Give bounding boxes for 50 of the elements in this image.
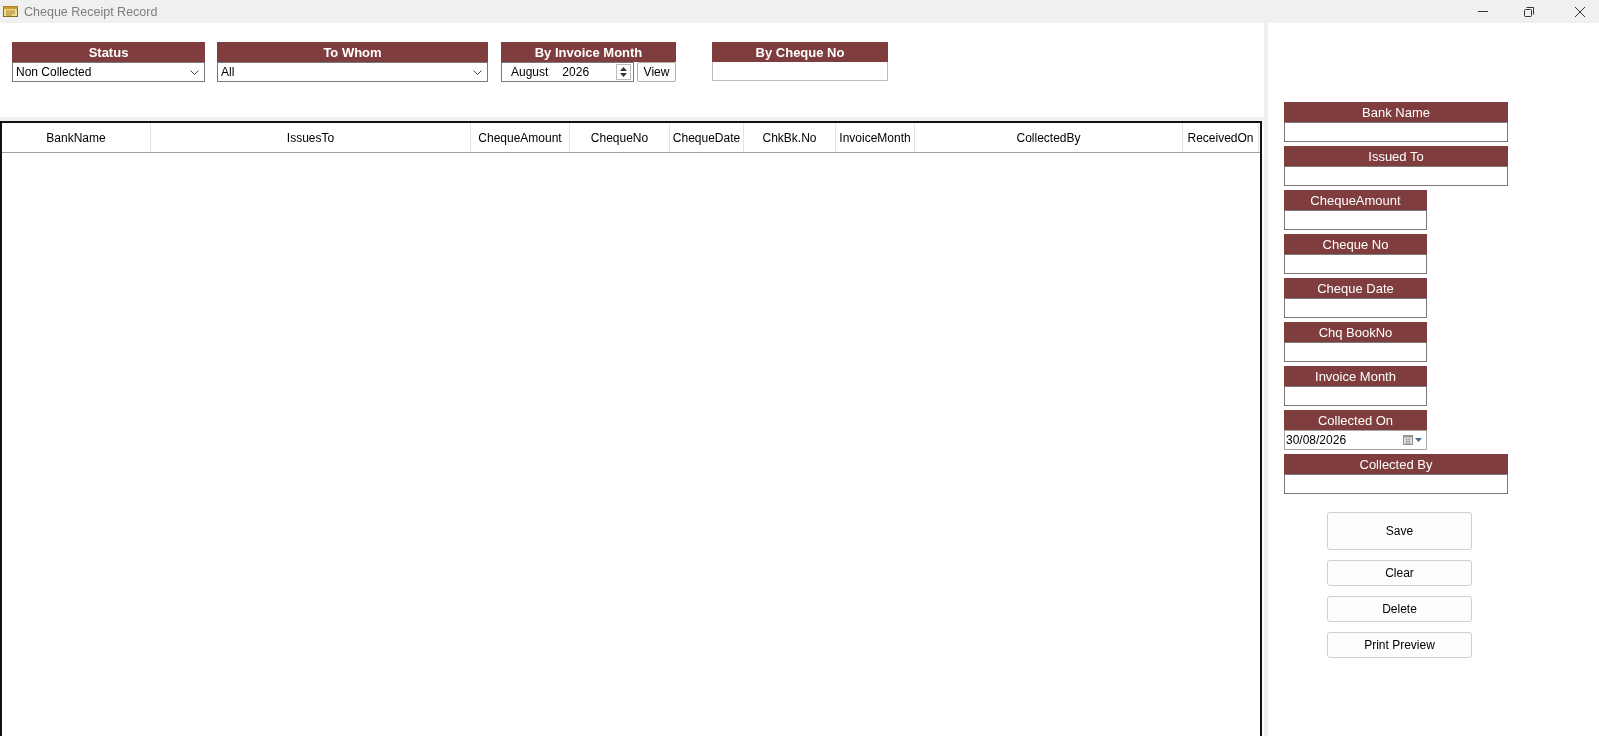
text-field[interactable]: [1284, 254, 1427, 274]
field-label: ChequeAmount: [1284, 190, 1427, 210]
field-label: Collected By: [1284, 454, 1508, 474]
column-header[interactable]: ChequeAmount: [471, 123, 570, 152]
delete-button[interactable]: Delete: [1327, 596, 1472, 622]
up-arrow-icon[interactable]: [620, 67, 627, 71]
text-field[interactable]: [1284, 166, 1508, 186]
chevron-down-icon: [190, 69, 199, 75]
text-field[interactable]: [1284, 386, 1427, 406]
column-header[interactable]: ChkBk.No: [744, 123, 836, 152]
calendar-icon: [1403, 435, 1413, 445]
down-arrow-icon[interactable]: [620, 73, 627, 77]
filter-heading: By Cheque No: [712, 42, 888, 62]
text-field[interactable]: [1284, 122, 1508, 142]
column-header[interactable]: InvoiceMonth: [836, 123, 915, 152]
field-label: Bank Name: [1284, 102, 1508, 122]
view-button[interactable]: View: [637, 62, 676, 82]
month-year-picker[interactable]: August 2026: [501, 62, 634, 82]
text-field[interactable]: [712, 62, 888, 81]
clear-button[interactable]: Clear: [1327, 560, 1472, 586]
text-field[interactable]: [1284, 298, 1427, 318]
field-label: Issued To: [1284, 146, 1508, 166]
field-label: Collected On: [1284, 410, 1427, 430]
field-label: Cheque Date: [1284, 278, 1427, 298]
column-header[interactable]: IssuesTo: [151, 123, 471, 152]
filter-heading: To Whom: [217, 42, 488, 62]
combo-box[interactable]: Non Collected: [12, 62, 205, 82]
text-field[interactable]: [1284, 210, 1427, 230]
window-title: Cheque Receipt Record: [24, 4, 158, 19]
column-header[interactable]: ChequeDate: [670, 123, 744, 152]
column-header[interactable]: ReceivedOn: [1183, 123, 1259, 152]
field-label: Chq BookNo: [1284, 322, 1427, 342]
text-field[interactable]: [1284, 474, 1508, 494]
chevron-down-icon: [473, 69, 482, 75]
filter-heading: Status: [12, 42, 205, 62]
form-icon: [3, 6, 18, 17]
caret-icon: [1415, 438, 1422, 442]
column-header[interactable]: BankName: [2, 123, 151, 152]
combo-box[interactable]: All: [217, 62, 488, 82]
print-preview-button[interactable]: Print Preview: [1327, 632, 1472, 658]
column-header[interactable]: ChequeNo: [570, 123, 670, 152]
filter-heading: By Invoice Month: [501, 42, 676, 62]
date-picker[interactable]: 30/08/2026: [1284, 430, 1427, 450]
column-header[interactable]: CollectedBy: [915, 123, 1183, 152]
save-button[interactable]: Save: [1327, 512, 1472, 550]
text-field[interactable]: [1284, 342, 1427, 362]
field-label: Invoice Month: [1284, 366, 1427, 386]
restore-icon[interactable]: [1524, 6, 1534, 17]
field-label: Cheque No: [1284, 234, 1427, 254]
close-icon[interactable]: [1575, 6, 1585, 17]
